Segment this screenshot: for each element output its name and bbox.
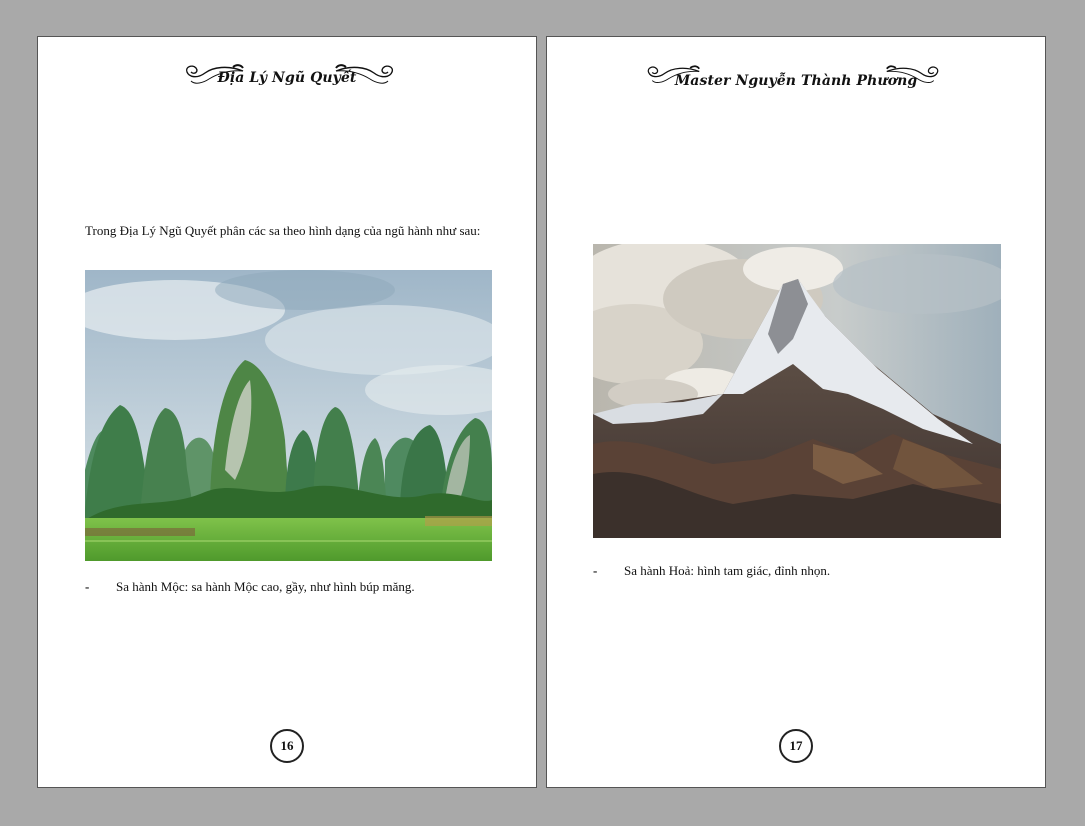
figure-caption: Sa hành Mộc: sa hành Mộc cao, gầy, như h… <box>116 579 415 594</box>
right-flourish-ornament <box>886 65 939 83</box>
karst-mountains-photo <box>85 270 492 561</box>
document-page-16: Địa Lý Ngũ Quyết Trong Địa Lý Ngũ Quyết … <box>37 36 537 788</box>
right-flourish-ornament <box>335 64 394 84</box>
matterhorn-mountain-photo <box>593 244 1001 538</box>
figure-caption: Sa hành Hoả: hình tam giác, đỉnh nhọn. <box>624 563 831 578</box>
header-title: Master Nguyễn Thành Phương <box>674 73 918 89</box>
page-number: 17 <box>779 729 813 763</box>
list-bullet: - <box>85 579 90 594</box>
header-title: Địa Lý Ngũ Quyết <box>217 70 357 86</box>
intro-paragraph: Trong Địa Lý Ngũ Quyết phân các sa theo … <box>85 223 481 238</box>
list-bullet: - <box>593 563 598 578</box>
page-header: Master Nguyễn Thành Phương <box>547 61 1045 95</box>
page-number: 16 <box>270 729 304 763</box>
document-page-17: Master Nguyễn Thành Phương - Sa hành Hoả… <box>546 36 1046 788</box>
page-header: Địa Lý Ngũ Quyết <box>38 61 536 95</box>
